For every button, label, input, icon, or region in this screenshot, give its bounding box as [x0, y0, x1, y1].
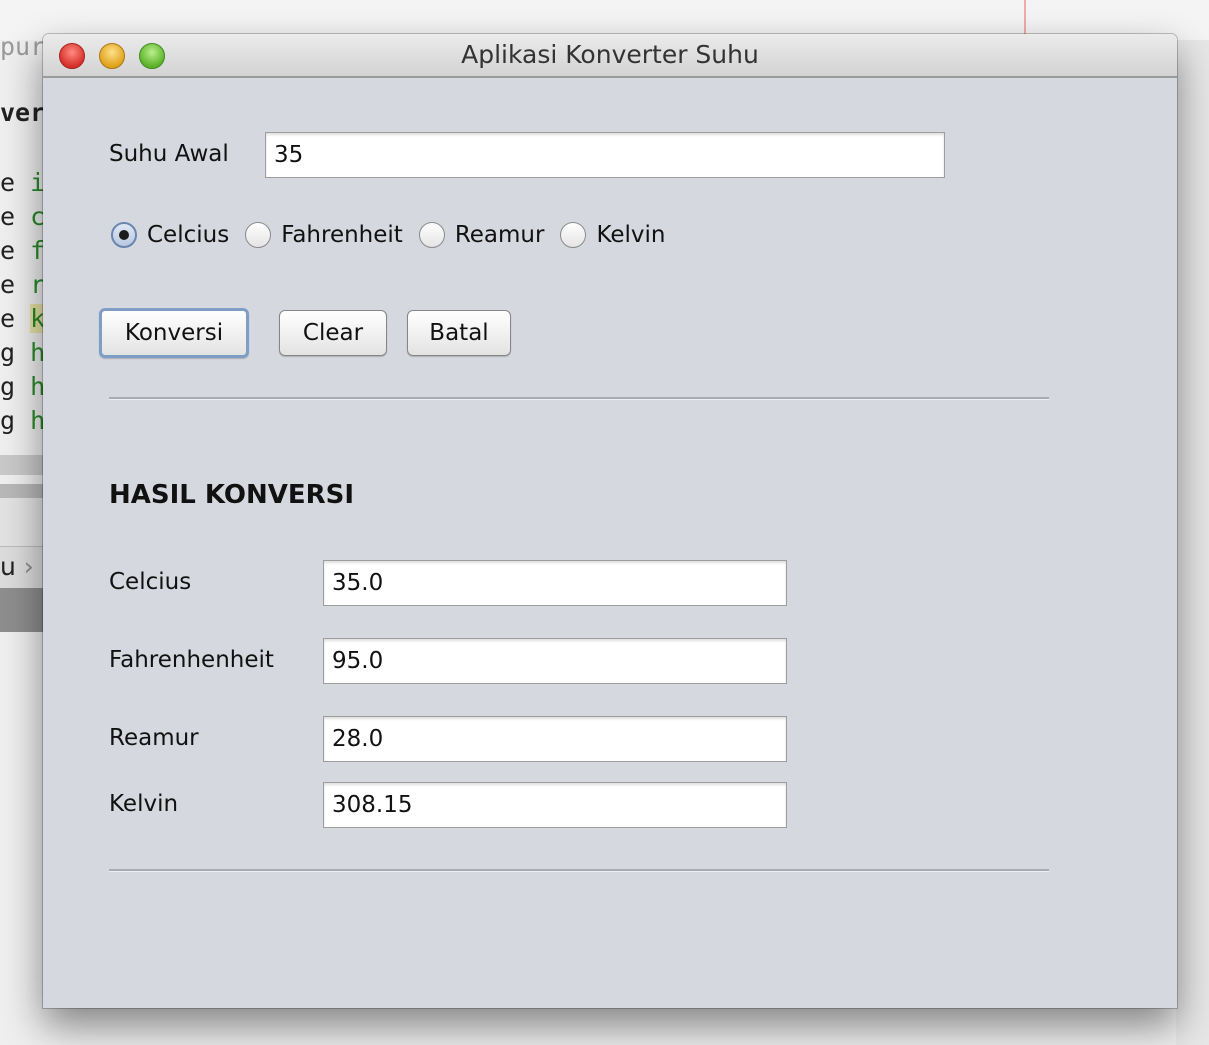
window-titlebar[interactable]: Aplikasi Konverter Suhu	[43, 34, 1177, 78]
kelvin-result-field[interactable]	[323, 782, 787, 828]
radio-celcius[interactable]: Celcius	[111, 222, 229, 248]
radio-fahrenheit-label: Fahrenheit	[281, 222, 403, 248]
background-code-line: g h	[0, 406, 44, 435]
background-code-line: e f	[0, 236, 44, 265]
clear-button[interactable]: Clear	[279, 310, 387, 356]
background-code-line: e r	[0, 270, 44, 299]
initial-temperature-label: Suhu Awal	[109, 141, 229, 167]
background-heading-text: ver	[0, 98, 44, 127]
radio-kelvin[interactable]: Kelvin	[560, 222, 666, 248]
background-margin-line	[1024, 0, 1026, 34]
results-heading: HASIL KONVERSI	[109, 480, 355, 510]
radio-fahrenheit[interactable]: Fahrenheit	[245, 222, 403, 248]
converter-window: Aplikasi Konverter Suhu Suhu Awal Celciu…	[43, 34, 1177, 1008]
reamur-result-field[interactable]	[323, 716, 787, 762]
cancel-button[interactable]: Batal	[407, 310, 511, 356]
initial-temperature-input[interactable]	[265, 132, 945, 178]
background-code-line: e c	[0, 202, 44, 231]
background-code-line: g h	[0, 338, 44, 367]
radio-dot-icon	[119, 230, 129, 240]
radio-indicator[interactable]	[245, 222, 272, 248]
celcius-result-label: Celcius	[109, 569, 192, 595]
radio-kelvin-label: Kelvin	[596, 222, 666, 248]
radio-reamur[interactable]: Reamur	[418, 222, 545, 248]
celcius-result-field[interactable]	[323, 560, 787, 606]
fahrenheit-result-field[interactable]	[323, 638, 787, 684]
unit-radio-group: Celcius Fahrenheit Reamur Kelvin	[111, 222, 682, 248]
radio-indicator[interactable]	[560, 222, 587, 248]
radio-indicator[interactable]	[418, 222, 445, 248]
convert-button[interactable]: Konversi	[99, 308, 249, 358]
background-breadcrumb: u ›	[0, 552, 34, 581]
window-title: Aplikasi Konverter Suhu	[461, 40, 759, 69]
radio-reamur-label: Reamur	[454, 222, 545, 248]
radio-selected-indicator[interactable]	[111, 222, 137, 248]
background-code-line: g h	[0, 372, 44, 401]
background-code-line: e k	[0, 304, 44, 333]
reamur-result-label: Reamur	[109, 725, 199, 751]
fahrenheit-result-label: Fahrenhenheit	[109, 647, 274, 673]
separator	[109, 397, 1049, 400]
background-code-line: e i	[0, 168, 44, 197]
background-text: pur	[0, 32, 44, 61]
radio-celcius-label: Celcius	[147, 222, 230, 248]
kelvin-result-label: Kelvin	[109, 791, 179, 817]
background-right-edge	[1176, 40, 1209, 1045]
separator	[109, 869, 1049, 872]
